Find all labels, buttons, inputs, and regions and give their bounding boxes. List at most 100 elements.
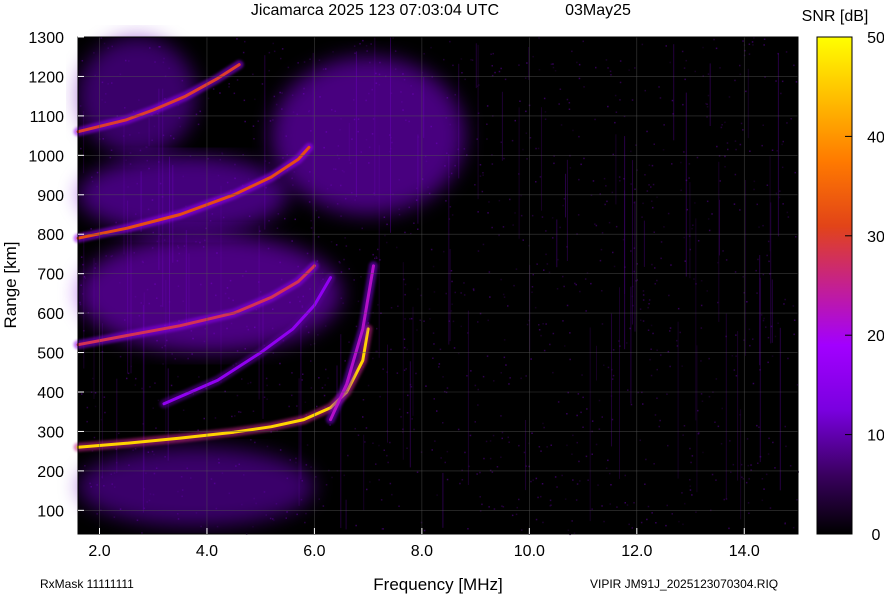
noise-speck [705, 102, 707, 105]
noise-speck [659, 419, 661, 422]
noise-speck [272, 42, 274, 45]
noise-speck [543, 269, 545, 271]
noise-speck [753, 180, 756, 183]
noise-speck [752, 44, 754, 46]
noise-speck [487, 319, 489, 322]
noise-speck [141, 387, 143, 390]
noise-speck [310, 360, 312, 362]
noise-speck [279, 362, 281, 365]
noise-speck [417, 228, 419, 230]
noise-speck [647, 306, 649, 309]
noise-speck [619, 81, 622, 84]
noise-speck [683, 151, 685, 153]
noise-speck [382, 528, 384, 530]
noise-speck [413, 428, 415, 431]
noise-speck [347, 454, 349, 457]
noise-speck [212, 88, 215, 90]
noise-speck [288, 405, 290, 408]
y-axis-label: Range [km] [1, 242, 20, 329]
noise-speck [375, 350, 377, 353]
noise-speck [104, 411, 106, 414]
noise-speck [278, 177, 281, 179]
noise-speck [501, 505, 503, 507]
streak [634, 201, 636, 332]
noise-speck [386, 454, 388, 457]
noise-speck [372, 442, 374, 444]
noise-speck [171, 353, 173, 355]
noise-speck [500, 141, 502, 143]
noise-speck [540, 495, 542, 498]
noise-speck [642, 202, 644, 205]
noise-speck [261, 83, 264, 85]
noise-speck [542, 521, 544, 524]
noise-speck [708, 395, 711, 398]
noise-speck [681, 492, 683, 494]
noise-speck [784, 298, 786, 301]
noise-speck [724, 121, 726, 124]
noise-speck [793, 319, 796, 321]
noise-speck [203, 417, 205, 420]
noise-speck [521, 529, 523, 531]
noise-speck [639, 308, 642, 310]
noise-speck [683, 67, 686, 69]
noise-speck [582, 40, 584, 43]
noise-speck [296, 513, 298, 516]
noise-speck [556, 288, 559, 290]
noise-speck [152, 407, 154, 409]
noise-speck [396, 372, 399, 374]
noise-speck [615, 111, 618, 113]
streak [596, 345, 597, 381]
noise-speck [598, 399, 601, 402]
noise-speck [734, 140, 737, 142]
y-tick-label: 300 [37, 424, 64, 441]
noise-speck [794, 171, 796, 174]
noise-speck [688, 163, 691, 165]
noise-speck [776, 150, 778, 152]
noise-speck [445, 292, 447, 295]
streak [475, 43, 477, 89]
noise-speck [331, 476, 333, 479]
noise-speck [642, 403, 644, 405]
noise-speck [706, 103, 708, 105]
noise-speck [197, 123, 200, 126]
noise-speck [711, 473, 714, 476]
noise-speck [149, 386, 151, 388]
noise-speck [667, 444, 669, 447]
noise-speck [585, 455, 588, 458]
noise-speck [716, 145, 718, 148]
noise-speck [554, 476, 557, 478]
noise-speck [630, 403, 633, 406]
noise-speck [591, 420, 594, 422]
noise-speck [520, 377, 522, 380]
noise-speck [742, 478, 745, 480]
noise-speck [134, 384, 137, 386]
noise-speck [436, 410, 438, 412]
noise-speck [502, 506, 505, 508]
x-tick-label: 8.0 [411, 543, 433, 560]
noise-speck [595, 224, 598, 227]
noise-speck [281, 48, 284, 50]
noise-speck [268, 69, 270, 72]
noise-speck [285, 517, 287, 519]
noise-speck [538, 329, 541, 331]
colorbar [816, 36, 853, 535]
noise-speck [660, 241, 663, 243]
noise-speck [391, 493, 393, 496]
noise-speck [572, 129, 574, 132]
noise-speck [599, 259, 602, 262]
noise-speck [785, 51, 788, 53]
noise-speck [753, 188, 755, 191]
noise-speck [530, 480, 532, 483]
noise-speck [691, 455, 694, 457]
noise-speck [634, 188, 636, 190]
noise-speck [757, 462, 759, 464]
noise-speck [745, 90, 747, 93]
noise-speck [683, 236, 685, 239]
noise-speck [531, 286, 534, 288]
noise-speck [252, 526, 254, 528]
noise-speck [310, 227, 313, 229]
noise-speck [766, 254, 768, 257]
noise-speck [654, 267, 656, 269]
noise-speck [446, 450, 449, 453]
noise-speck [576, 61, 578, 64]
